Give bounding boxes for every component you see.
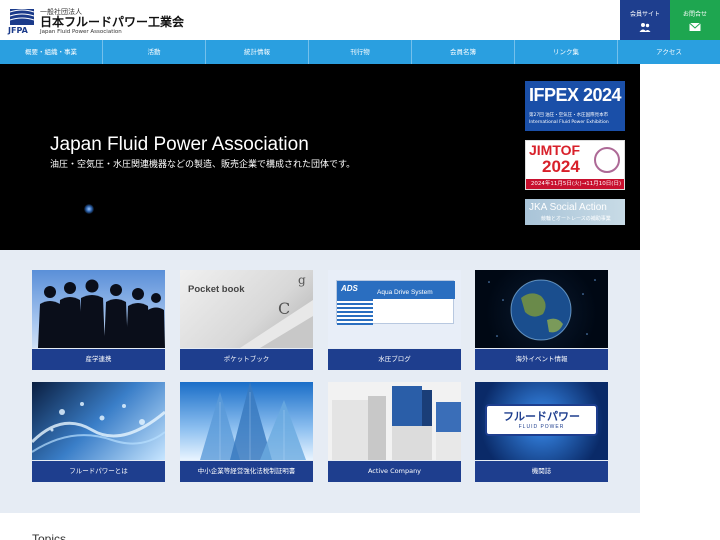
content-grid: 産学連携 C g Pocket book ポケットブック ADS Aqua Dr… — [0, 250, 640, 513]
nav-item-members[interactable]: 会員名簿 — [412, 40, 515, 64]
topics-heading: Topics — [32, 532, 67, 540]
svg-text:C: C — [278, 299, 290, 318]
logo-org-name-en: Japan Fluid Power Association — [40, 29, 122, 35]
ads-logo: ADS — [341, 284, 358, 293]
cube-icon — [328, 382, 461, 460]
nav-item-about[interactable]: 概要・組織・事業 — [0, 40, 103, 64]
jimtof-title: JIMTOF — [529, 142, 581, 158]
member-site-button[interactable]: 会員サイト — [620, 0, 670, 40]
business-people-icon — [32, 270, 165, 348]
tile-overseas-events[interactable]: 海外イベント情報 — [475, 270, 608, 370]
jimtof-dates: 2024年11月5日(火)→11月10日(日) — [526, 179, 624, 189]
nav-item-statistics[interactable]: 統計情報 — [206, 40, 309, 64]
jimtof-banner[interactable]: JIMTOF 2024 2024年11月5日(火)→11月10日(日) — [525, 140, 625, 190]
tile-industry-academia[interactable]: 産学連携 — [32, 270, 165, 370]
tile-water-blog[interactable]: ADS Aqua Drive System 水圧ブログ — [328, 270, 461, 370]
tile-what-is-fluid-power[interactable]: フルードパワーとは — [32, 382, 165, 482]
fluid-power-sub: FLUID POWER — [518, 424, 565, 430]
logo-text: 一般社団法人 日本フルードパワー工業会 Japan Fluid Power As… — [40, 8, 184, 36]
ifpex-title: IFPEX 2024 — [529, 85, 622, 105]
magazine-icon: フルードパワー FLUID POWER — [475, 382, 608, 460]
member-site-label: 会員サイト — [629, 11, 660, 18]
water-splash-icon — [32, 382, 165, 460]
pocket-book-text: Pocket book — [188, 284, 245, 295]
document-icon: C g Pocket book — [180, 270, 313, 348]
tile-label: 中小企業等経営強化法税制証明書 — [180, 461, 313, 482]
nav-item-publications[interactable]: 刊行物 — [309, 40, 412, 64]
tile-label: 機関誌 — [475, 461, 608, 482]
tile-label: フルードパワーとは — [32, 461, 165, 482]
site-header: JFPA 一般社団法人 日本フルードパワー工業会 Japan Fluid Pow… — [0, 0, 720, 40]
ifpex-line2: International Fluid Power Exhibition — [529, 120, 609, 125]
ifpex-line1: 第27回 油圧・空気圧・水圧国際見本市 — [529, 113, 609, 118]
mail-icon — [689, 22, 701, 31]
tile-label: 水圧ブログ — [328, 349, 461, 370]
side-panel — [640, 64, 720, 250]
contact-label: お問合せ — [682, 11, 707, 18]
tile-label: ポケットブック — [180, 349, 313, 370]
nav-item-access[interactable]: アクセス — [618, 40, 720, 64]
svg-text:g: g — [298, 273, 306, 287]
tile-label: 海外イベント情報 — [475, 349, 608, 370]
ifpex-banner[interactable]: IFPEX 2024 第27回 油圧・空気圧・水圧国際見本市 Internati… — [525, 81, 625, 131]
hero-title: Japan Fluid Power Association — [50, 134, 309, 155]
building-icon — [180, 382, 313, 460]
tile-magazine[interactable]: フルードパワー FLUID POWER 機関誌 — [475, 382, 608, 482]
nav-item-links[interactable]: リンク集 — [515, 40, 618, 64]
tile-label: 産学連携 — [32, 349, 165, 370]
jka-title: JKA Social Action — [529, 202, 607, 213]
hero-glow — [84, 204, 94, 214]
nav-item-activities[interactable]: 活動 — [103, 40, 206, 64]
logo-abbr: JFPA — [8, 26, 28, 35]
jka-sub: 競輪とオートレースの補助事業 — [541, 216, 611, 222]
jimtof-ring-icon — [594, 147, 620, 173]
site-logo[interactable]: JFPA 一般社団法人 日本フルードパワー工業会 Japan Fluid Pow… — [8, 8, 188, 36]
logo-org-name: 日本フルードパワー工業会 — [40, 15, 185, 29]
jimtof-year: 2024 — [542, 157, 580, 176]
ads-title: Aqua Drive System — [377, 289, 433, 296]
globe-icon — [475, 270, 608, 348]
main-nav: 概要・組織・事業 活動 統計情報 刊行物 会員名簿 リンク集 アクセス — [0, 40, 720, 64]
wave-icon — [337, 299, 373, 325]
members-icon — [639, 23, 651, 32]
tile-label: Active Company — [328, 461, 461, 482]
tile-pocket-book[interactable]: C g Pocket book ポケットブック — [180, 270, 313, 370]
fluid-power-badge: フルードパワー FLUID POWER — [485, 404, 598, 436]
tile-active-company[interactable]: Active Company — [328, 382, 461, 482]
contact-button[interactable]: お問合せ — [670, 0, 720, 40]
fluid-power-title: フルードパワー — [503, 410, 580, 423]
ads-card: ADS Aqua Drive System — [336, 280, 455, 325]
jka-banner[interactable]: JKA Social Action 競輪とオートレースの補助事業 — [525, 199, 625, 225]
water-icon: ADS Aqua Drive System — [328, 270, 461, 348]
hero-subtitle: 油圧・空気圧・水圧関連機器などの製造、販売企業で構成された団体です。 — [50, 160, 356, 170]
tile-tax-certificate[interactable]: 中小企業等経営強化法税制証明書 — [180, 382, 313, 482]
